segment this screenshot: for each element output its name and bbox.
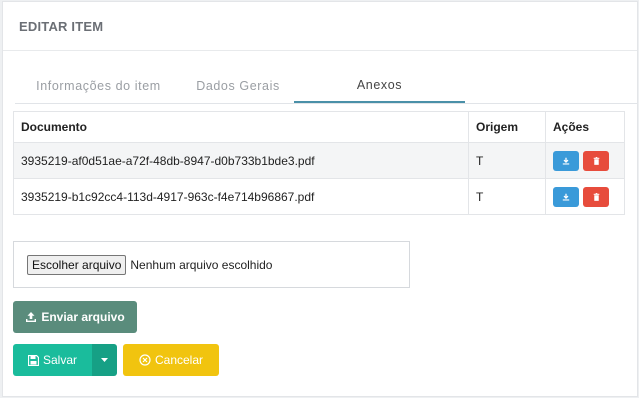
send-file-button[interactable]: Enviar arquivo <box>13 301 137 333</box>
times-circle-icon <box>139 354 151 366</box>
floppy-disk-icon <box>27 354 39 366</box>
document-name-cell: 3935219-af0d51ae-a72f-48db-8947-d0b733b1… <box>13 142 469 179</box>
save-button[interactable]: Salvar <box>13 344 92 376</box>
caret-down-icon <box>101 358 108 362</box>
column-header-document: Documento <box>13 111 469 143</box>
column-header-origin: Origem <box>468 111 546 143</box>
attachments-table: Documento Origem Ações 3935219-af0d51ae-… <box>13 111 625 215</box>
table-row: 3935219-af0d51ae-a72f-48db-8947-d0b733b1… <box>13 142 625 179</box>
save-options-dropdown[interactable] <box>92 344 117 376</box>
cancel-button[interactable]: Cancelar <box>123 344 219 376</box>
download-icon <box>562 157 570 165</box>
tab-bar: Informações do item Dados Gerais Anexos <box>15 69 637 104</box>
file-status-text: Nenhum arquivo escolhido <box>130 257 273 272</box>
tab-item-info[interactable]: Informações do item <box>15 69 182 103</box>
download-button[interactable] <box>553 186 579 207</box>
save-button-group: Salvar <box>13 344 117 376</box>
actions-cell <box>545 142 625 179</box>
delete-button[interactable] <box>583 150 609 171</box>
table-row: 3935219-b1c92cc4-113d-4917-963c-f4e714b9… <box>13 178 625 215</box>
actions-cell <box>545 178 625 215</box>
send-file-label: Enviar arquivo <box>41 310 125 324</box>
download-button[interactable] <box>553 150 579 171</box>
delete-button[interactable] <box>583 186 609 207</box>
upload-icon <box>25 311 37 323</box>
trash-icon <box>593 156 599 165</box>
file-upload-box: Escolher arquivo Nenhum arquivo escolhid… <box>13 241 410 288</box>
column-header-actions: Ações <box>545 111 625 143</box>
origin-cell: T <box>468 142 546 179</box>
download-icon <box>562 193 570 201</box>
tab-general-data[interactable]: Dados Gerais <box>182 69 294 103</box>
origin-cell: T <box>468 178 546 215</box>
trash-icon <box>593 192 599 201</box>
choose-file-button[interactable]: Escolher arquivo <box>27 254 127 275</box>
save-label: Salvar <box>42 353 77 367</box>
table-header-row: Documento Origem Ações <box>13 111 625 143</box>
tab-attachments[interactable]: Anexos <box>294 69 465 103</box>
cancel-label: Cancelar <box>154 353 204 367</box>
panel-title: EDITAR ITEM <box>3 2 637 51</box>
document-name-cell: 3935219-b1c92cc4-113d-4917-963c-f4e714b9… <box>13 178 469 215</box>
